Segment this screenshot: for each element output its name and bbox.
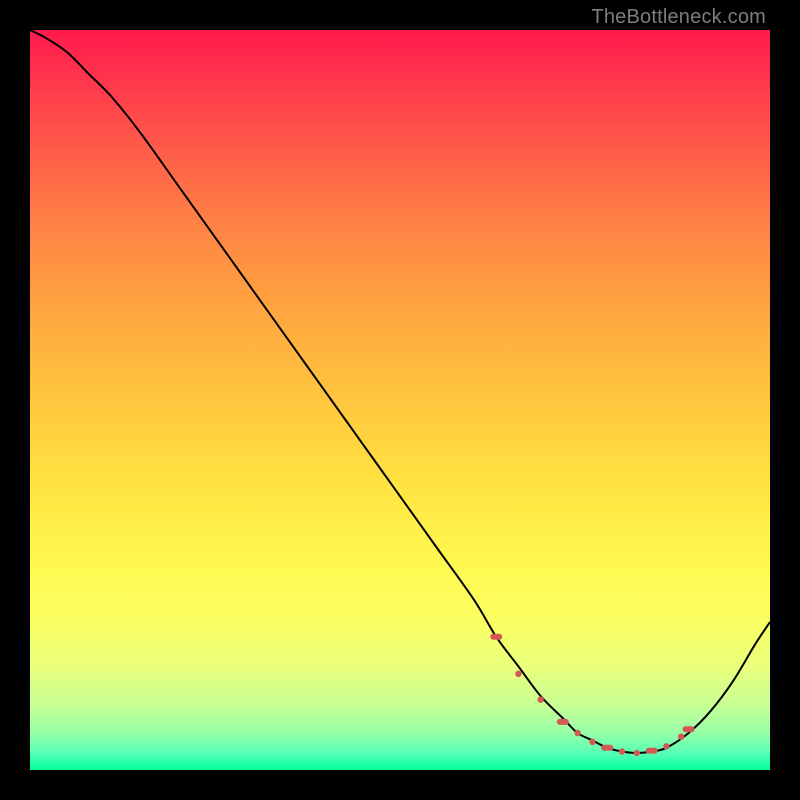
curve-marker — [663, 743, 669, 749]
curve-marker — [515, 671, 521, 677]
curve-marker — [683, 726, 695, 732]
chart-frame: TheBottleneck.com — [0, 0, 800, 800]
watermark-text: TheBottleneck.com — [591, 6, 766, 29]
curve-marker — [589, 739, 595, 745]
curve-marker — [537, 697, 543, 703]
curve-marker — [634, 750, 640, 756]
curve-marker — [619, 748, 625, 754]
bottleneck-curve — [30, 30, 770, 753]
marker-group — [490, 634, 694, 756]
curve-marker — [490, 634, 502, 640]
chart-svg — [30, 30, 770, 770]
curve-marker — [601, 745, 613, 751]
curve-marker — [646, 748, 658, 754]
curve-marker — [574, 730, 580, 736]
curve-marker — [678, 734, 684, 740]
plot-area — [30, 30, 770, 770]
curve-marker — [557, 719, 569, 725]
